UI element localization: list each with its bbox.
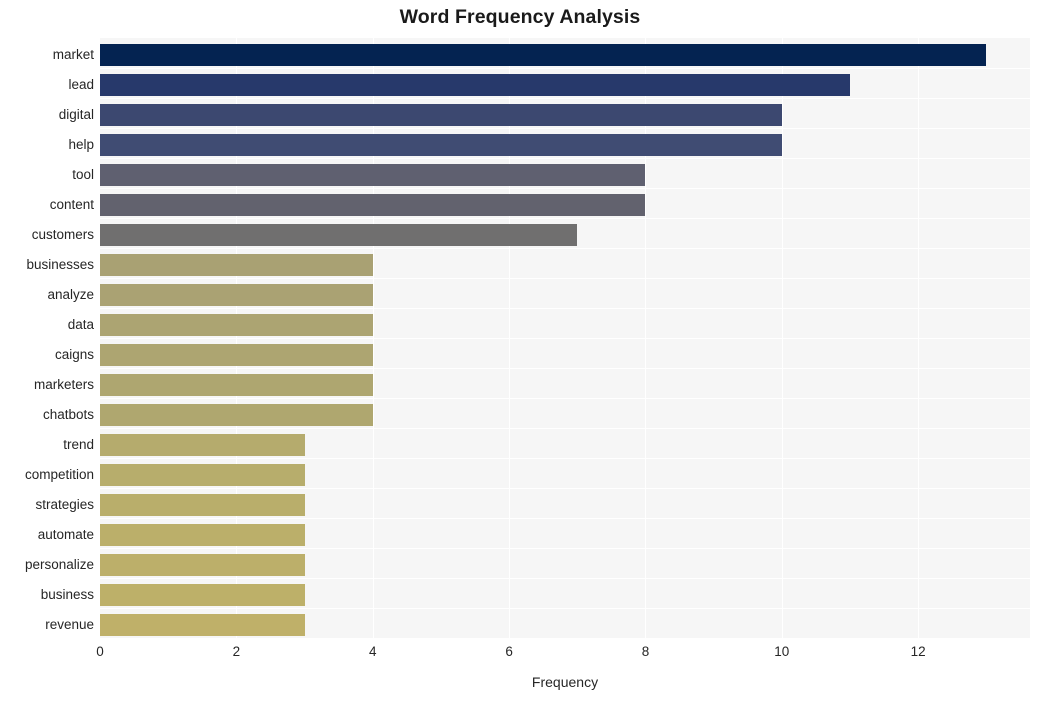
gridline-horizontal	[100, 128, 1030, 129]
bar-digital	[100, 104, 782, 126]
x-tick-label-10: 10	[774, 644, 790, 659]
y-tick-label-automate: automate	[37, 527, 94, 542]
gridline-horizontal	[100, 518, 1030, 519]
y-tick-label-business: business	[40, 587, 94, 602]
y-axis-tick-labels: market lead digital help tool content customer…	[0, 38, 94, 638]
y-tick-label-help: help	[68, 137, 94, 152]
gridline-horizontal	[100, 368, 1030, 369]
y-tick-label-content: content	[49, 197, 94, 212]
y-tick-label-personalize: personalize	[24, 557, 94, 572]
gridline-horizontal	[100, 428, 1030, 429]
bar-chatbots	[100, 404, 373, 426]
bar-customers	[100, 224, 578, 246]
y-tick-label-strategies: strategies	[35, 497, 94, 512]
bar-tool	[100, 164, 646, 186]
x-axis-label: Frequency	[531, 674, 599, 690]
y-tick-label-customers: customers	[31, 227, 94, 242]
chart-title: Word Frequency Analysis	[399, 6, 641, 28]
bar-personalize	[100, 554, 305, 576]
x-tick-label-6: 6	[505, 644, 513, 659]
bar-lead	[100, 74, 850, 96]
y-tick-label-tool: tool	[72, 167, 94, 182]
bar-strategies	[100, 494, 305, 516]
gridline-horizontal	[100, 248, 1030, 249]
bar-revenue	[100, 614, 305, 636]
gridline-horizontal	[100, 98, 1030, 99]
gridline-horizontal	[100, 458, 1030, 459]
bar-marketers	[100, 374, 373, 396]
bar-caigns	[100, 344, 373, 366]
bar-businesses	[100, 254, 373, 276]
gridline-horizontal	[100, 338, 1030, 339]
x-tick-label-4: 4	[368, 644, 377, 659]
bar-competition	[100, 464, 305, 486]
y-tick-label-trend: trend	[63, 437, 94, 452]
gridline-horizontal	[100, 548, 1030, 549]
gridline-horizontal	[100, 188, 1030, 189]
y-tick-label-marketers: marketers	[33, 377, 94, 392]
word-frequency-chart: Word Frequency Analysis market lead digita…	[0, 0, 1040, 701]
gridline-horizontal	[100, 578, 1030, 579]
y-tick-label-data: data	[67, 317, 94, 332]
gridline-horizontal	[100, 308, 1030, 309]
y-tick-label-competition: competition	[24, 467, 94, 482]
bar-data	[100, 314, 373, 336]
gridline-horizontal	[100, 278, 1030, 279]
y-tick-label-lead: lead	[68, 77, 94, 92]
y-tick-label-market: market	[52, 47, 94, 62]
bar-content	[100, 194, 646, 216]
y-tick-label-digital: digital	[58, 107, 94, 122]
gridline-horizontal	[100, 398, 1030, 399]
y-tick-label-analyze: analyze	[47, 287, 94, 302]
gridline-horizontal	[100, 158, 1030, 159]
bar-automate	[100, 524, 305, 546]
y-tick-label-chatbots: chatbots	[42, 407, 94, 422]
y-tick-label-businesses: businesses	[26, 257, 94, 272]
plot-area	[100, 38, 1030, 638]
y-tick-label-caigns: caigns	[54, 347, 94, 362]
x-tick-label-8: 8	[641, 644, 650, 659]
x-tick-label-2: 2	[232, 644, 241, 659]
x-axis-tick-labels: 0 2 4 6 8 10 12	[96, 638, 1030, 668]
gridline-horizontal	[100, 608, 1030, 609]
gridline-horizontal	[100, 218, 1030, 219]
bar-help	[100, 134, 782, 156]
bar-trend	[100, 434, 305, 456]
x-tick-label-0: 0	[96, 644, 104, 659]
bar-business	[100, 584, 305, 606]
y-tick-label-revenue: revenue	[45, 617, 94, 632]
gridline-horizontal	[100, 488, 1030, 489]
x-tick-label-12: 12	[910, 644, 926, 659]
bar-market	[100, 44, 987, 66]
gridline-horizontal	[100, 68, 1030, 69]
bar-analyze	[100, 284, 373, 306]
